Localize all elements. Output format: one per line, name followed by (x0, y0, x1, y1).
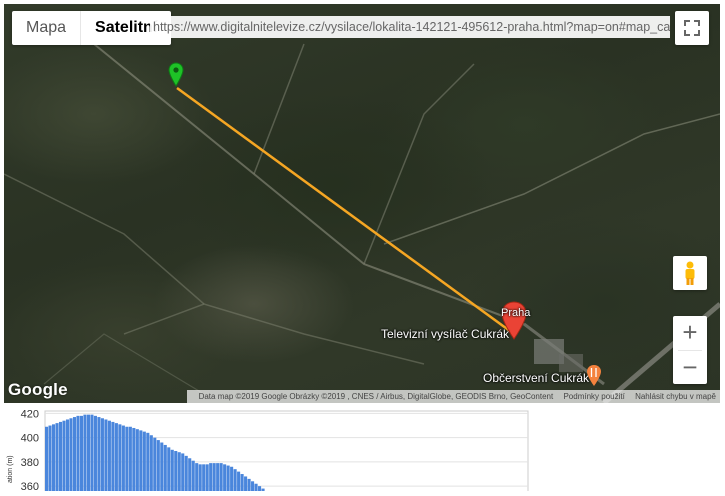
elevation-bar (174, 451, 178, 495)
y-tick-label: 420 (21, 408, 39, 420)
elevation-bar (163, 444, 167, 495)
elevation-bar (209, 463, 213, 495)
elevation-bar (79, 415, 84, 495)
elevation-bar (177, 452, 181, 495)
elevation-bar (90, 414, 94, 495)
elevation-bar (254, 483, 258, 495)
elevation-bar (191, 460, 195, 495)
elevation-bar (195, 463, 199, 495)
elevation-bar (48, 425, 52, 495)
pegman-icon (685, 261, 695, 285)
map-attribution: Data map ©2019 Google Obrázky ©2019 , CN… (186, 390, 720, 403)
elevation-bar (202, 464, 206, 495)
google-logo: Google (8, 380, 68, 399)
elevation-bar (51, 424, 56, 495)
elevation-bar (216, 463, 220, 495)
elevation-bar (139, 430, 143, 495)
elevation-bar (55, 423, 59, 495)
elevation-bar (65, 419, 70, 495)
elevation-bar (97, 417, 101, 495)
elevation-bar (251, 481, 255, 495)
y-axis-label: ation (m) (7, 455, 14, 483)
y-tick-label: 400 (21, 433, 39, 445)
zoom-in-button[interactable]: + (673, 316, 707, 350)
elevation-bar (142, 431, 146, 495)
y-tick-label: 360 (21, 481, 39, 491)
location-pin-icon[interactable] (168, 62, 184, 88)
elevation-bar (181, 453, 185, 495)
elevation-bar (184, 455, 188, 495)
elevation-bar (83, 414, 87, 495)
map-type-control: Mapa Satelitní (12, 11, 172, 45)
report-error-link[interactable]: Nahlásit chybu v mapě (635, 392, 716, 401)
elevation-bar (107, 420, 111, 495)
transmitter-label: Televizní vysílač Cukrák (381, 327, 510, 341)
elevation-bar (62, 420, 66, 495)
elevation-bar (58, 421, 63, 495)
map-type-mapa-button[interactable]: Mapa (12, 11, 80, 45)
elevation-bar (198, 464, 202, 495)
elevation-bar (160, 442, 164, 495)
elevation-bar (121, 425, 125, 495)
elevation-bar (69, 418, 73, 495)
elevation-bar (244, 476, 248, 495)
restaurant-icon[interactable] (586, 364, 602, 388)
elevation-bar (212, 463, 216, 495)
elevation-bar (153, 437, 157, 495)
elevation-bar (170, 449, 174, 495)
elevation-bar (205, 464, 209, 495)
elevation-bar (247, 478, 251, 495)
elevation-bar (125, 426, 129, 495)
elevation-bar (100, 418, 104, 495)
y-tick-label: 380 (21, 457, 39, 469)
elevation-bar (114, 423, 118, 495)
elevation-bar (104, 419, 108, 495)
elevation-bar (118, 424, 122, 495)
poi-label: Občerstvení Cukrák (483, 371, 590, 385)
elevation-bar (226, 465, 230, 495)
elevation-chart: 420 400 380 360 ation (m) (0, 403, 530, 496)
elevation-bar (128, 426, 132, 495)
elevation-bar (237, 471, 241, 495)
elevation-bar (132, 427, 136, 495)
elevation-bar (188, 458, 192, 495)
elevation-chart-svg: 420 400 380 360 ation (m) (7, 408, 529, 496)
street-view-button[interactable] (673, 256, 707, 290)
elevation-bar (45, 426, 49, 495)
elevation-bar (149, 435, 153, 495)
terms-link[interactable]: Podmínky použití (563, 392, 624, 401)
fullscreen-button[interactable] (675, 11, 709, 45)
elevation-bar (240, 474, 244, 495)
elevation-bar (135, 429, 139, 495)
zoom-control: + − (673, 316, 707, 384)
url-overlay: https://www.digitalnitelevize.cz/vysilac… (150, 16, 670, 38)
elevation-bar (233, 469, 237, 495)
map-terrain (4, 43, 720, 403)
elevation-bar (156, 440, 160, 495)
elevation-bar (230, 466, 234, 495)
satellite-map[interactable]: Praha Televizní vysílač Cukrák Občerstve… (4, 4, 720, 403)
elevation-bar (76, 415, 80, 495)
fullscreen-icon (684, 20, 700, 36)
elevation-bar (111, 421, 115, 495)
elevation-bar (86, 414, 90, 495)
elevation-bar (258, 486, 262, 495)
zoom-out-button[interactable]: − (673, 351, 707, 385)
elevation-bar (146, 432, 150, 495)
elevation-bar (93, 415, 97, 495)
elevation-bar (219, 463, 223, 495)
attribution-text: Data map ©2019 Google Obrázky ©2019 , CN… (198, 392, 554, 401)
elevation-bar (223, 464, 227, 495)
marker-label: Praha (501, 307, 531, 319)
elevation-bar (72, 417, 77, 495)
elevation-bar (167, 447, 171, 495)
